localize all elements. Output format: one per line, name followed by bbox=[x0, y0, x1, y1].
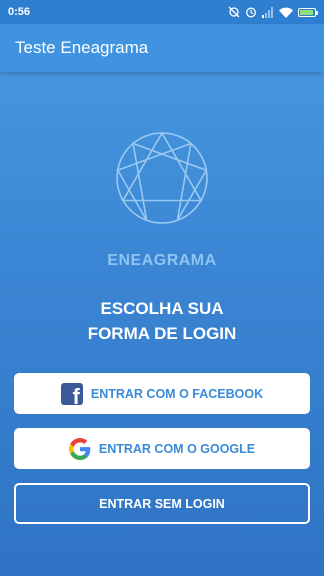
sync-off-icon bbox=[228, 6, 240, 18]
enneagram-icon bbox=[116, 131, 208, 224]
app-title: Teste Eneagrama bbox=[15, 38, 149, 57]
battery-charging-icon bbox=[298, 7, 318, 17]
google-icon bbox=[68, 437, 91, 460]
skip-login-label: ENTRAR SEM LOGIN bbox=[99, 496, 225, 511]
login-heading-line1: ESCOLHA SUA bbox=[100, 299, 224, 318]
google-login-button[interactable]: ENTRAR COM O GOOGLE bbox=[14, 428, 310, 469]
app-bar: Teste Eneagrama bbox=[0, 24, 324, 72]
facebook-login-button[interactable]: f ENTRAR COM O FACEBOOK bbox=[14, 373, 310, 414]
facebook-login-label: ENTRAR COM O FACEBOOK bbox=[90, 386, 264, 401]
status-time: 0:56 bbox=[8, 6, 31, 18]
signal-icon bbox=[262, 6, 273, 18]
brand-name: ENEAGRAMA bbox=[107, 252, 217, 269]
facebook-icon: f bbox=[60, 382, 83, 405]
login-heading: ESCOLHA SUA FORMA DE LOGIN bbox=[0, 296, 324, 346]
wifi-icon bbox=[279, 7, 293, 18]
skip-login-button[interactable]: ENTRAR SEM LOGIN bbox=[14, 483, 310, 524]
login-heading-line2: FORMA DE LOGIN bbox=[87, 324, 237, 343]
alarm-icon bbox=[246, 7, 256, 18]
status-bar: 0:56 bbox=[0, 0, 324, 24]
status-icons bbox=[228, 6, 318, 18]
google-login-label: ENTRAR COM O GOOGLE bbox=[98, 441, 256, 456]
